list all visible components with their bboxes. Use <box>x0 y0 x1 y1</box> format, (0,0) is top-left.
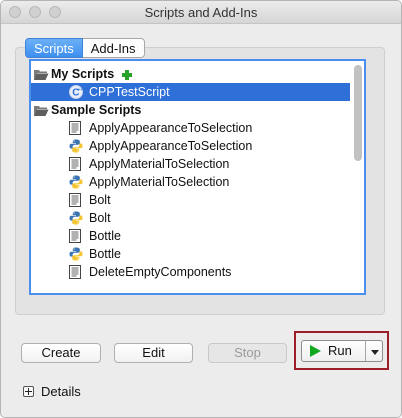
cpp-script-icon: C ++ <box>69 85 83 99</box>
list-item-label: Bolt <box>89 193 111 207</box>
scripts-addins-window: Scripts and Add-Ins Scripts Add-Ins My S… <box>0 0 402 418</box>
create-button[interactable]: Create <box>21 343 101 363</box>
script-file-icon <box>69 121 83 135</box>
list-item-label: CPPTestScript <box>89 85 170 99</box>
window-title: Scripts and Add-Ins <box>144 5 258 20</box>
tab-bar: Scripts Add-Ins <box>25 38 145 58</box>
title-bar: Scripts and Add-Ins <box>1 1 401 24</box>
python-icon <box>69 211 83 225</box>
script-file-icon <box>69 229 83 243</box>
run-button-label: Run <box>328 343 352 358</box>
list-item-label: ApplyAppearanceToSelection <box>89 139 253 153</box>
scripts-list-scrollbar[interactable] <box>354 65 362 289</box>
list-item[interactable]: Bottle <box>31 227 350 245</box>
tab-scripts[interactable]: Scripts <box>25 38 83 58</box>
run-button[interactable]: Run <box>301 340 383 362</box>
list-item[interactable]: Bolt <box>31 191 350 209</box>
list-group-header[interactable]: My Scripts <box>31 65 350 83</box>
python-icon <box>69 247 83 261</box>
list-item[interactable]: ApplyAppearanceToSelection <box>31 119 350 137</box>
list-item[interactable]: DeleteEmptyComponents <box>31 263 350 281</box>
stop-button[interactable]: Stop <box>208 343 287 363</box>
list-item-label: DeleteEmptyComponents <box>89 265 232 279</box>
list-item-label: Bottle <box>89 247 121 261</box>
folder-open-icon <box>33 67 49 81</box>
list-item[interactable]: ApplyAppearanceToSelection <box>31 137 350 155</box>
list-item[interactable]: ApplyMaterialToSelection <box>31 155 350 173</box>
python-icon <box>69 175 83 189</box>
add-script-icon[interactable] <box>122 69 133 80</box>
list-item[interactable]: Bolt <box>31 209 350 227</box>
run-options-dropdown[interactable] <box>365 341 384 361</box>
details-label: Details <box>41 383 81 399</box>
play-icon <box>310 345 321 357</box>
expand-plus-icon[interactable] <box>23 385 34 397</box>
folder-open-icon <box>33 103 49 117</box>
edit-button[interactable]: Edit <box>114 343 193 363</box>
script-file-icon <box>69 157 83 171</box>
scripts-list-rows: My Scripts C ++ CPPTestScript Sample Scripts… <box>31 65 350 281</box>
list-item[interactable]: Bottle <box>31 245 350 263</box>
python-icon <box>69 139 83 153</box>
script-file-icon <box>69 265 83 279</box>
list-item-label: Bottle <box>89 229 121 243</box>
scrollbar-thumb[interactable] <box>354 65 362 161</box>
list-item-label: Bolt <box>89 211 111 225</box>
list-item-label: ApplyMaterialToSelection <box>89 175 230 189</box>
scripts-list[interactable]: My Scripts C ++ CPPTestScript Sample Scripts… <box>29 59 366 295</box>
list-item-label: ApplyAppearanceToSelection <box>89 121 253 135</box>
group-label: Sample Scripts <box>51 103 142 117</box>
list-item[interactable]: C ++ CPPTestScript <box>31 83 350 101</box>
details-disclosure[interactable]: Details <box>23 383 81 399</box>
list-item[interactable]: ApplyMaterialToSelection <box>31 173 350 191</box>
chevron-down-icon <box>371 350 379 355</box>
group-label: My Scripts <box>51 67 115 81</box>
script-file-icon <box>69 193 83 207</box>
list-group-header[interactable]: Sample Scripts <box>31 101 350 119</box>
tab-add-ins[interactable]: Add-Ins <box>82 38 145 58</box>
list-item-label: ApplyMaterialToSelection <box>89 157 230 171</box>
svg-text:++: ++ <box>78 87 84 93</box>
